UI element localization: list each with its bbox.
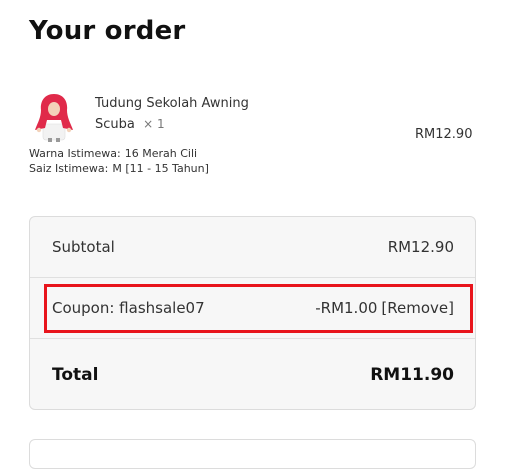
variation-size: Saiz Istimewa: M [11 - 15 Tahun] [29, 161, 329, 176]
variation-size-value: M [11 - 15 Tahun] [112, 162, 209, 175]
item-variation: Warna Istimewa: 16 Merah Cili Saiz Istime… [29, 146, 329, 176]
total-label: Total [52, 365, 99, 385]
order-summary-box: Subtotal RM12.90 Coupon: flashsale07 -RM… [29, 216, 476, 410]
order-item: Tudung Sekolah Awning Scuba × 1 RM12.90 … [29, 86, 479, 182]
item-price: RM12.90 [415, 127, 473, 142]
subtotal-label: Subtotal [52, 238, 115, 256]
product-thumbnail[interactable] [29, 90, 79, 142]
item-name: Tudung Sekolah Awning Scuba × 1 [95, 94, 270, 135]
item-name-text: Tudung Sekolah Awning Scuba [95, 96, 249, 132]
variation-size-label: Saiz Istimewa: [29, 162, 109, 175]
coupon-highlight-frame [44, 284, 473, 333]
subtotal-row: Subtotal RM12.90 [30, 217, 475, 277]
divider [30, 277, 475, 278]
subtotal-value: RM12.90 [387, 238, 454, 256]
page-title: Your order [29, 16, 186, 46]
variation-color-label: Warna Istimewa: [29, 147, 121, 160]
item-quantity: × 1 [143, 117, 165, 131]
total-row: Total RM11.90 [30, 339, 475, 411]
variation-color-value: 16 Merah Cili [124, 147, 198, 160]
next-section-box [29, 439, 476, 469]
total-value: RM11.90 [370, 365, 454, 385]
variation-color: Warna Istimewa: 16 Merah Cili [29, 146, 329, 161]
